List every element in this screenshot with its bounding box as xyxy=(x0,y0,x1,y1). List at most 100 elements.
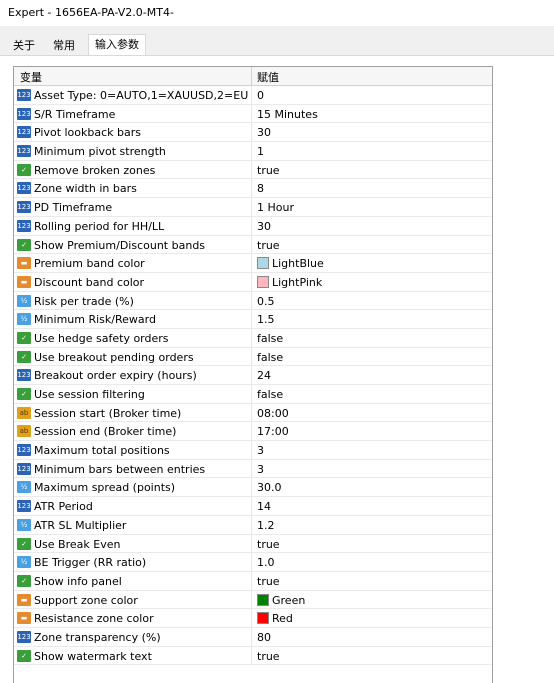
parameter-value[interactable]: 3 xyxy=(257,444,264,457)
parameter-value[interactable]: 30 xyxy=(257,126,271,139)
column-divider xyxy=(251,142,252,160)
parameter-value[interactable]: 3 xyxy=(257,463,264,476)
parameter-value[interactable]: 1.5 xyxy=(257,313,275,326)
parameter-value[interactable]: 30.0 xyxy=(257,481,282,494)
parameter-row[interactable]: 123 Minimum bars between entries 3 xyxy=(14,459,492,479)
column-divider xyxy=(251,347,252,366)
parameter-row[interactable]: ▬ Resistance zone color Red xyxy=(14,609,492,628)
tab-about[interactable]: 关于 xyxy=(7,36,41,55)
parameter-name: Minimum Risk/Reward xyxy=(34,313,156,327)
parameter-row[interactable]: 123 PD Timeframe 1 Hour xyxy=(14,198,492,217)
parameter-row[interactable]: ½ ATR SL Multiplier 1.2 xyxy=(14,515,492,535)
bool-icon: ✓ xyxy=(17,537,31,550)
parameter-value[interactable]: 08:00 xyxy=(257,407,289,420)
parameter-value[interactable]: 1 xyxy=(257,145,264,158)
parameter-value[interactable]: 1.2 xyxy=(257,519,275,532)
parameter-row[interactable]: ▬ Discount band color LightPink xyxy=(14,272,492,292)
parameter-value[interactable]: 17:00 xyxy=(257,425,289,438)
parameter-value[interactable]: 24 xyxy=(257,369,271,382)
parameter-value[interactable]: 30 xyxy=(257,220,271,233)
parameter-value-text: 0.5 xyxy=(257,294,275,308)
parameter-row[interactable]: ab Session start (Broker time) 08:00 xyxy=(14,403,492,423)
parameter-name: PD Timeframe xyxy=(34,201,113,215)
parameter-value[interactable]: Red xyxy=(257,612,293,625)
parameter-row[interactable]: 123 Zone width in bars 8 xyxy=(14,179,492,199)
parameter-row[interactable]: ▬ Premium band color LightBlue xyxy=(14,254,492,273)
int-icon: 123 xyxy=(17,201,31,214)
parameter-row[interactable]: 123 Zone transparency (%) 80 xyxy=(14,627,492,647)
parameter-name: Use session filtering xyxy=(34,388,145,401)
parameter-value[interactable]: LightBlue xyxy=(257,257,324,270)
parameter-value[interactable]: true xyxy=(257,650,280,663)
parameter-value-text: 30 xyxy=(257,219,271,233)
parameter-value[interactable]: LightPink xyxy=(257,275,322,289)
parameter-value-text: 1 xyxy=(257,145,264,159)
parameter-row[interactable]: 123 Asset Type: 0=AUTO,1=XAUUSD,2=EUR... 0 xyxy=(14,86,492,105)
parameter-value[interactable]: Green xyxy=(257,593,305,607)
parameter-name: Maximum total positions xyxy=(34,444,170,458)
parameter-value[interactable]: true xyxy=(257,538,280,551)
parameter-value-text: true xyxy=(257,574,280,588)
parameter-row[interactable]: 123 S/R Timeframe 15 Minutes xyxy=(14,104,492,124)
parameter-row[interactable]: ✓ Show watermark text true xyxy=(14,646,492,666)
parameter-row[interactable]: ✓ Use breakout pending orders false xyxy=(14,347,492,367)
parameter-value[interactable]: 14 xyxy=(257,500,271,513)
parameter-value[interactable]: 15 Minutes xyxy=(257,108,318,121)
column-divider xyxy=(251,534,252,553)
column-divider xyxy=(251,272,252,291)
parameter-name: ATR SL Multiplier xyxy=(34,518,127,532)
parameter-row[interactable]: 123 Breakout order expiry (hours) 24 xyxy=(14,366,492,385)
parameter-value-text: false xyxy=(257,331,284,345)
tab-inputs[interactable]: 输入参数 xyxy=(88,34,146,57)
parameter-row[interactable]: ab Session end (Broker time) 17:00 xyxy=(14,422,492,442)
column-divider xyxy=(251,497,252,515)
parameter-value[interactable]: 1 Hour xyxy=(257,201,294,214)
parameter-row[interactable]: 123 Maximum total positions 3 xyxy=(14,441,492,460)
parameter-value[interactable]: false xyxy=(257,332,283,345)
parameter-row[interactable]: ✓ Use Break Even true xyxy=(14,534,492,554)
column-divider xyxy=(251,328,252,347)
parameter-value-text: 17:00 xyxy=(257,425,289,439)
parameter-value[interactable]: 0.5 xyxy=(257,295,275,308)
parameter-row[interactable]: 123 ATR Period 14 xyxy=(14,497,492,516)
parameter-name: Discount band color xyxy=(34,275,145,289)
parameter-value[interactable]: true xyxy=(257,239,280,252)
parameter-value[interactable]: true xyxy=(257,164,280,177)
parameter-value-text: 1.5 xyxy=(257,313,275,327)
parameter-value[interactable]: true xyxy=(257,575,280,588)
parameter-name: Zone transparency (%) xyxy=(34,630,161,644)
parameter-row[interactable]: ½ BE Trigger (RR ratio) 1.0 xyxy=(14,553,492,572)
parameter-name: Zone width in bars xyxy=(34,182,137,196)
parameter-row[interactable]: ½ Risk per trade (%) 0.5 xyxy=(14,291,492,311)
parameter-value[interactable]: 80 xyxy=(257,631,271,644)
parameter-value[interactable]: 8 xyxy=(257,182,264,195)
color-swatch xyxy=(257,612,269,625)
parameter-row[interactable]: ½ Maximum spread (points) 30.0 xyxy=(14,478,492,498)
parameter-row[interactable]: 123 Rolling period for HH/LL 30 xyxy=(14,216,492,236)
int-icon: 123 xyxy=(17,89,31,101)
parameter-value-text: true xyxy=(257,537,280,551)
parameter-value[interactable]: false xyxy=(257,388,283,401)
parameter-row[interactable]: 123 Minimum pivot strength 1 xyxy=(14,142,492,161)
parameter-row[interactable]: ✓ Remove broken zones true xyxy=(14,160,492,180)
parameter-row[interactable]: ✓ Use hedge safety orders false xyxy=(14,328,492,348)
parameter-row[interactable]: 123 Pivot lookback bars 30 xyxy=(14,123,492,143)
parameter-value[interactable]: 0 xyxy=(257,89,264,102)
parameter-row[interactable]: ½ Minimum Risk/Reward 1.5 xyxy=(14,310,492,329)
parameter-row[interactable]: ✓ Use session filtering false xyxy=(14,385,492,404)
parameter-row[interactable]: ✓ Show info panel true xyxy=(14,571,492,591)
parameter-name: Minimum pivot strength xyxy=(34,145,166,159)
header-divider[interactable] xyxy=(251,67,252,85)
parameter-row[interactable]: ▬ Support zone color Green xyxy=(14,590,492,610)
tab-common[interactable]: 常用 xyxy=(47,36,81,55)
parameter-value[interactable]: 1.0 xyxy=(257,556,275,569)
color-icon: ▬ xyxy=(17,257,31,270)
parameter-name: Asset Type: 0=AUTO,1=XAUUSD,2=EUR... xyxy=(34,89,249,102)
parameter-value[interactable]: false xyxy=(257,351,283,364)
parameter-value-text: 1.2 xyxy=(257,518,275,532)
parameter-value-text: 15 Minutes xyxy=(257,107,318,121)
header-value[interactable]: 赋值 xyxy=(257,69,279,85)
parameter-row[interactable]: ✓ Show Premium/Discount bands true xyxy=(14,235,492,255)
parameter-value-text: 8 xyxy=(257,182,264,196)
header-variable[interactable]: 变量 xyxy=(20,69,42,85)
